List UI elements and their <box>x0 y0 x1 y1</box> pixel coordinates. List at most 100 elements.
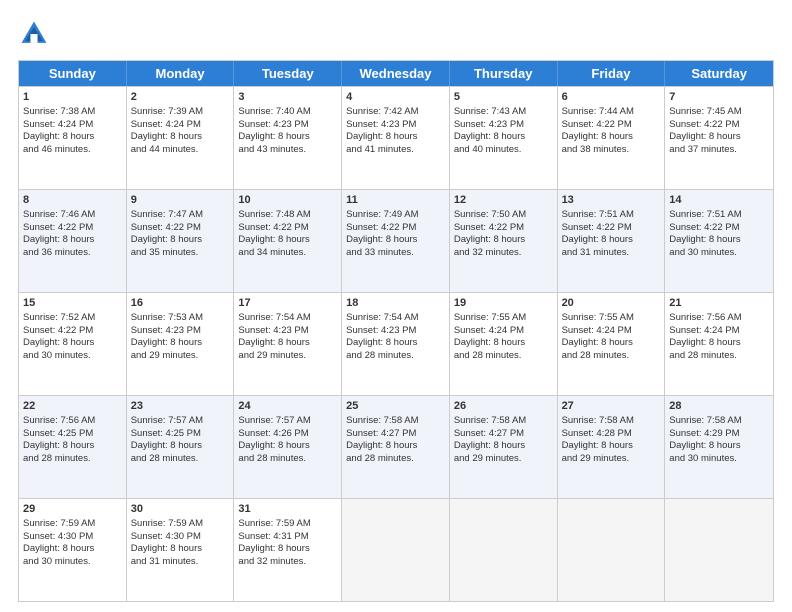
sunrise-line: Sunrise: 7:58 AM <box>562 415 661 428</box>
day-number: 9 <box>131 193 230 208</box>
sunset-line: Sunset: 4:24 PM <box>669 325 769 338</box>
cal-cell-20: 20Sunrise: 7:55 AMSunset: 4:24 PMDayligh… <box>558 293 666 395</box>
day-number: 6 <box>562 90 661 105</box>
sunrise-line: Sunrise: 7:59 AM <box>131 518 230 531</box>
cal-cell-3: 3Sunrise: 7:40 AMSunset: 4:23 PMDaylight… <box>234 87 342 189</box>
sunrise-line: Sunrise: 7:58 AM <box>454 415 553 428</box>
daylight-line: Daylight: 8 hours <box>131 234 230 247</box>
sunset-line: Sunset: 4:24 PM <box>454 325 553 338</box>
sunset-line: Sunset: 4:22 PM <box>131 222 230 235</box>
day-number: 25 <box>346 399 445 414</box>
daylight-minutes: and 32 minutes. <box>238 556 337 569</box>
sunset-line: Sunset: 4:23 PM <box>238 119 337 132</box>
cal-cell-10: 10Sunrise: 7:48 AMSunset: 4:22 PMDayligh… <box>234 190 342 292</box>
cal-cell-24: 24Sunrise: 7:57 AMSunset: 4:26 PMDayligh… <box>234 396 342 498</box>
sunrise-line: Sunrise: 7:47 AM <box>131 209 230 222</box>
sunset-line: Sunset: 4:24 PM <box>131 119 230 132</box>
daylight-line: Daylight: 8 hours <box>23 440 122 453</box>
sunset-line: Sunset: 4:23 PM <box>346 119 445 132</box>
sunset-line: Sunset: 4:22 PM <box>23 222 122 235</box>
daylight-minutes: and 28 minutes. <box>23 453 122 466</box>
daylight-line: Daylight: 8 hours <box>454 440 553 453</box>
cal-cell-14: 14Sunrise: 7:51 AMSunset: 4:22 PMDayligh… <box>665 190 773 292</box>
cal-cell-21: 21Sunrise: 7:56 AMSunset: 4:24 PMDayligh… <box>665 293 773 395</box>
daylight-minutes: and 28 minutes. <box>346 453 445 466</box>
daylight-minutes: and 28 minutes. <box>562 350 661 363</box>
sunset-line: Sunset: 4:23 PM <box>346 325 445 338</box>
daylight-minutes: and 30 minutes. <box>23 350 122 363</box>
cal-cell-4: 4Sunrise: 7:42 AMSunset: 4:23 PMDaylight… <box>342 87 450 189</box>
sunrise-line: Sunrise: 7:43 AM <box>454 106 553 119</box>
day-number: 30 <box>131 502 230 517</box>
sunrise-line: Sunrise: 7:54 AM <box>346 312 445 325</box>
sunrise-line: Sunrise: 7:57 AM <box>131 415 230 428</box>
cal-cell-28: 28Sunrise: 7:58 AMSunset: 4:29 PMDayligh… <box>665 396 773 498</box>
sunrise-line: Sunrise: 7:58 AM <box>669 415 769 428</box>
sunset-line: Sunset: 4:23 PM <box>131 325 230 338</box>
sunrise-line: Sunrise: 7:39 AM <box>131 106 230 119</box>
cal-cell-2: 2Sunrise: 7:39 AMSunset: 4:24 PMDaylight… <box>127 87 235 189</box>
sunrise-line: Sunrise: 7:55 AM <box>562 312 661 325</box>
cal-cell-11: 11Sunrise: 7:49 AMSunset: 4:22 PMDayligh… <box>342 190 450 292</box>
header-day-monday: Monday <box>127 61 235 86</box>
sunset-line: Sunset: 4:22 PM <box>562 119 661 132</box>
header-day-wednesday: Wednesday <box>342 61 450 86</box>
daylight-line: Daylight: 8 hours <box>669 440 769 453</box>
sunset-line: Sunset: 4:31 PM <box>238 531 337 544</box>
cal-cell-22: 22Sunrise: 7:56 AMSunset: 4:25 PMDayligh… <box>19 396 127 498</box>
sunset-line: Sunset: 4:27 PM <box>454 428 553 441</box>
day-number: 7 <box>669 90 769 105</box>
day-number: 27 <box>562 399 661 414</box>
day-number: 31 <box>238 502 337 517</box>
day-number: 29 <box>23 502 122 517</box>
cal-cell-27: 27Sunrise: 7:58 AMSunset: 4:28 PMDayligh… <box>558 396 666 498</box>
day-number: 26 <box>454 399 553 414</box>
daylight-line: Daylight: 8 hours <box>562 440 661 453</box>
cal-cell-8: 8Sunrise: 7:46 AMSunset: 4:22 PMDaylight… <box>19 190 127 292</box>
calendar-row-1: 1Sunrise: 7:38 AMSunset: 4:24 PMDaylight… <box>19 86 773 189</box>
daylight-line: Daylight: 8 hours <box>346 440 445 453</box>
sunrise-line: Sunrise: 7:52 AM <box>23 312 122 325</box>
cal-cell-23: 23Sunrise: 7:57 AMSunset: 4:25 PMDayligh… <box>127 396 235 498</box>
daylight-minutes: and 29 minutes. <box>454 453 553 466</box>
sunrise-line: Sunrise: 7:51 AM <box>562 209 661 222</box>
daylight-line: Daylight: 8 hours <box>131 440 230 453</box>
sunset-line: Sunset: 4:27 PM <box>346 428 445 441</box>
daylight-line: Daylight: 8 hours <box>131 543 230 556</box>
sunrise-line: Sunrise: 7:59 AM <box>238 518 337 531</box>
sunset-line: Sunset: 4:23 PM <box>238 325 337 338</box>
calendar-body: 1Sunrise: 7:38 AMSunset: 4:24 PMDaylight… <box>19 86 773 601</box>
daylight-line: Daylight: 8 hours <box>669 234 769 247</box>
sunrise-line: Sunrise: 7:46 AM <box>23 209 122 222</box>
day-number: 8 <box>23 193 122 208</box>
day-number: 13 <box>562 193 661 208</box>
daylight-line: Daylight: 8 hours <box>454 131 553 144</box>
daylight-minutes: and 41 minutes. <box>346 144 445 157</box>
daylight-minutes: and 36 minutes. <box>23 247 122 260</box>
sunrise-line: Sunrise: 7:51 AM <box>669 209 769 222</box>
cal-cell-19: 19Sunrise: 7:55 AMSunset: 4:24 PMDayligh… <box>450 293 558 395</box>
day-number: 12 <box>454 193 553 208</box>
day-number: 2 <box>131 90 230 105</box>
sunset-line: Sunset: 4:29 PM <box>669 428 769 441</box>
day-number: 21 <box>669 296 769 311</box>
cal-cell-16: 16Sunrise: 7:53 AMSunset: 4:23 PMDayligh… <box>127 293 235 395</box>
header-day-thursday: Thursday <box>450 61 558 86</box>
daylight-line: Daylight: 8 hours <box>669 337 769 350</box>
daylight-line: Daylight: 8 hours <box>131 131 230 144</box>
day-number: 28 <box>669 399 769 414</box>
day-number: 1 <box>23 90 122 105</box>
daylight-line: Daylight: 8 hours <box>23 337 122 350</box>
daylight-minutes: and 32 minutes. <box>454 247 553 260</box>
daylight-line: Daylight: 8 hours <box>454 337 553 350</box>
cal-cell-5: 5Sunrise: 7:43 AMSunset: 4:23 PMDaylight… <box>450 87 558 189</box>
cal-cell-13: 13Sunrise: 7:51 AMSunset: 4:22 PMDayligh… <box>558 190 666 292</box>
daylight-minutes: and 29 minutes. <box>562 453 661 466</box>
cal-cell-empty <box>665 499 773 601</box>
sunrise-line: Sunrise: 7:56 AM <box>23 415 122 428</box>
cal-cell-empty <box>558 499 666 601</box>
daylight-line: Daylight: 8 hours <box>346 131 445 144</box>
day-number: 16 <box>131 296 230 311</box>
sunrise-line: Sunrise: 7:54 AM <box>238 312 337 325</box>
sunset-line: Sunset: 4:22 PM <box>669 119 769 132</box>
